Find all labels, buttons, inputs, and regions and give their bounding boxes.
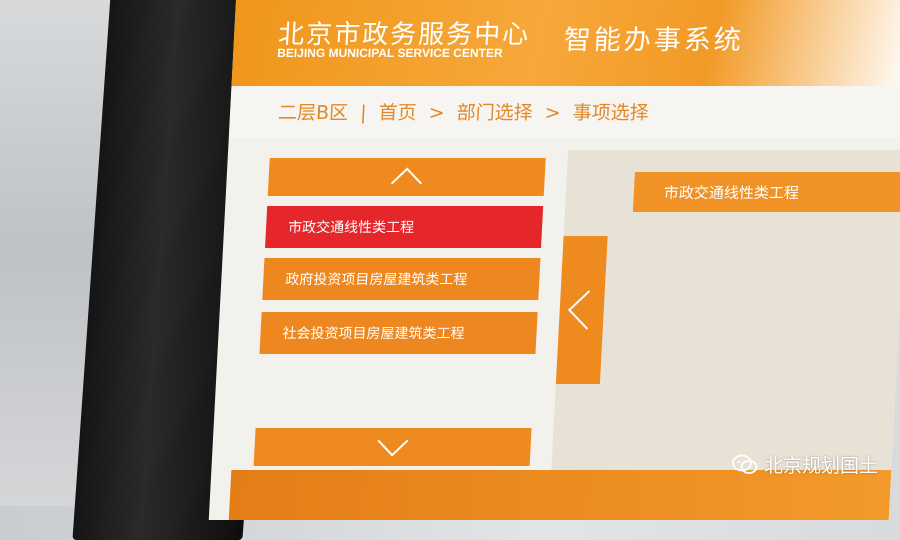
breadcrumb: 二层B区 | 首页 > 部门选择 > 事项选择 bbox=[277, 98, 655, 125]
list-item[interactable]: 社会投资项目房屋建筑类工程 bbox=[259, 312, 538, 354]
header-subtitle: BEIJING MUNICIPAL SERVICE CENTER bbox=[276, 46, 503, 60]
detail-panel: 市政交通线性类工程 bbox=[550, 150, 900, 480]
selected-category[interactable]: 市政交通线性类工程 bbox=[632, 172, 900, 212]
breadcrumb-bar: 二层B区 | 首页 > 部门选择 > 事项选择 bbox=[228, 86, 900, 138]
item-list: 市政交通线性类工程 政府投资项目房屋建筑类工程 社会投资项目房屋建筑类工程 bbox=[245, 150, 554, 510]
selected-category-label: 市政交通线性类工程 bbox=[663, 183, 800, 202]
breadcrumb-current: 事项选择 bbox=[572, 102, 650, 124]
list-item-label: 社会投资项目房屋建筑类工程 bbox=[282, 326, 465, 342]
system-name: 智能办事系统 bbox=[563, 25, 745, 56]
scroll-down-button[interactable] bbox=[253, 425, 532, 466]
chevron-down-icon bbox=[377, 425, 409, 457]
list-item[interactable]: 政府投资项目房屋建筑类工程 bbox=[262, 258, 541, 300]
list-item[interactable]: 市政交通线性类工程 bbox=[265, 206, 544, 248]
back-button[interactable] bbox=[555, 236, 608, 384]
breadcrumb-location: 二层B区 bbox=[277, 102, 349, 124]
chevron-left-icon bbox=[567, 290, 608, 330]
kiosk-screen: 北京市政务服务中心 BEIJING MUNICIPAL SERVICE CENT… bbox=[208, 0, 900, 520]
list-item-label: 市政交通线性类工程 bbox=[287, 220, 415, 236]
breadcrumb-department[interactable]: 部门选择 bbox=[456, 102, 533, 124]
chevron-up-icon bbox=[390, 167, 422, 199]
watermark-text: 北京规划国土 bbox=[763, 455, 878, 477]
breadcrumb-arrow: > bbox=[544, 102, 562, 124]
app-header: 北京市政务服务中心 BEIJING MUNICIPAL SERVICE CENT… bbox=[231, 0, 900, 86]
watermark: 北京规划国土 bbox=[732, 451, 878, 478]
breadcrumb-separator: | bbox=[359, 102, 368, 124]
wechat-icon bbox=[732, 454, 758, 476]
breadcrumb-arrow: > bbox=[428, 102, 446, 124]
scroll-up-button[interactable] bbox=[267, 158, 546, 199]
list-item-label: 政府投资项目房屋建筑类工程 bbox=[284, 272, 468, 288]
breadcrumb-home[interactable]: 首页 bbox=[378, 102, 417, 124]
